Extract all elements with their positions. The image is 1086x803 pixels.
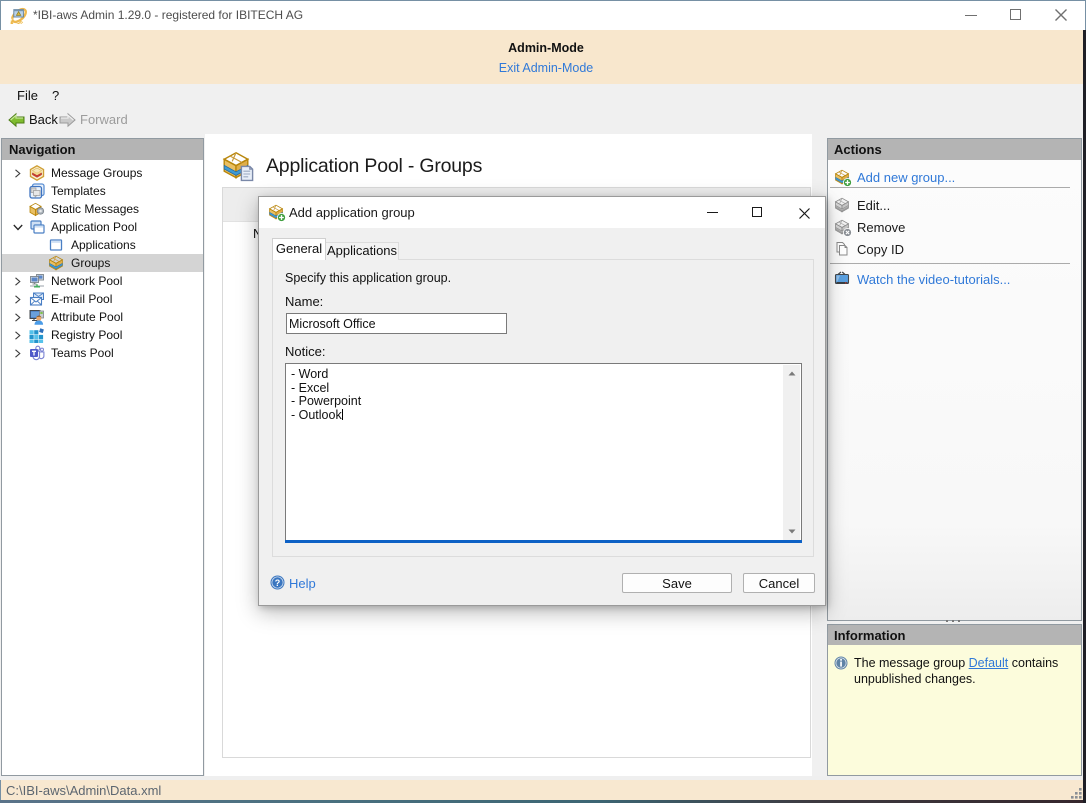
svg-text:?: ? bbox=[275, 578, 281, 588]
